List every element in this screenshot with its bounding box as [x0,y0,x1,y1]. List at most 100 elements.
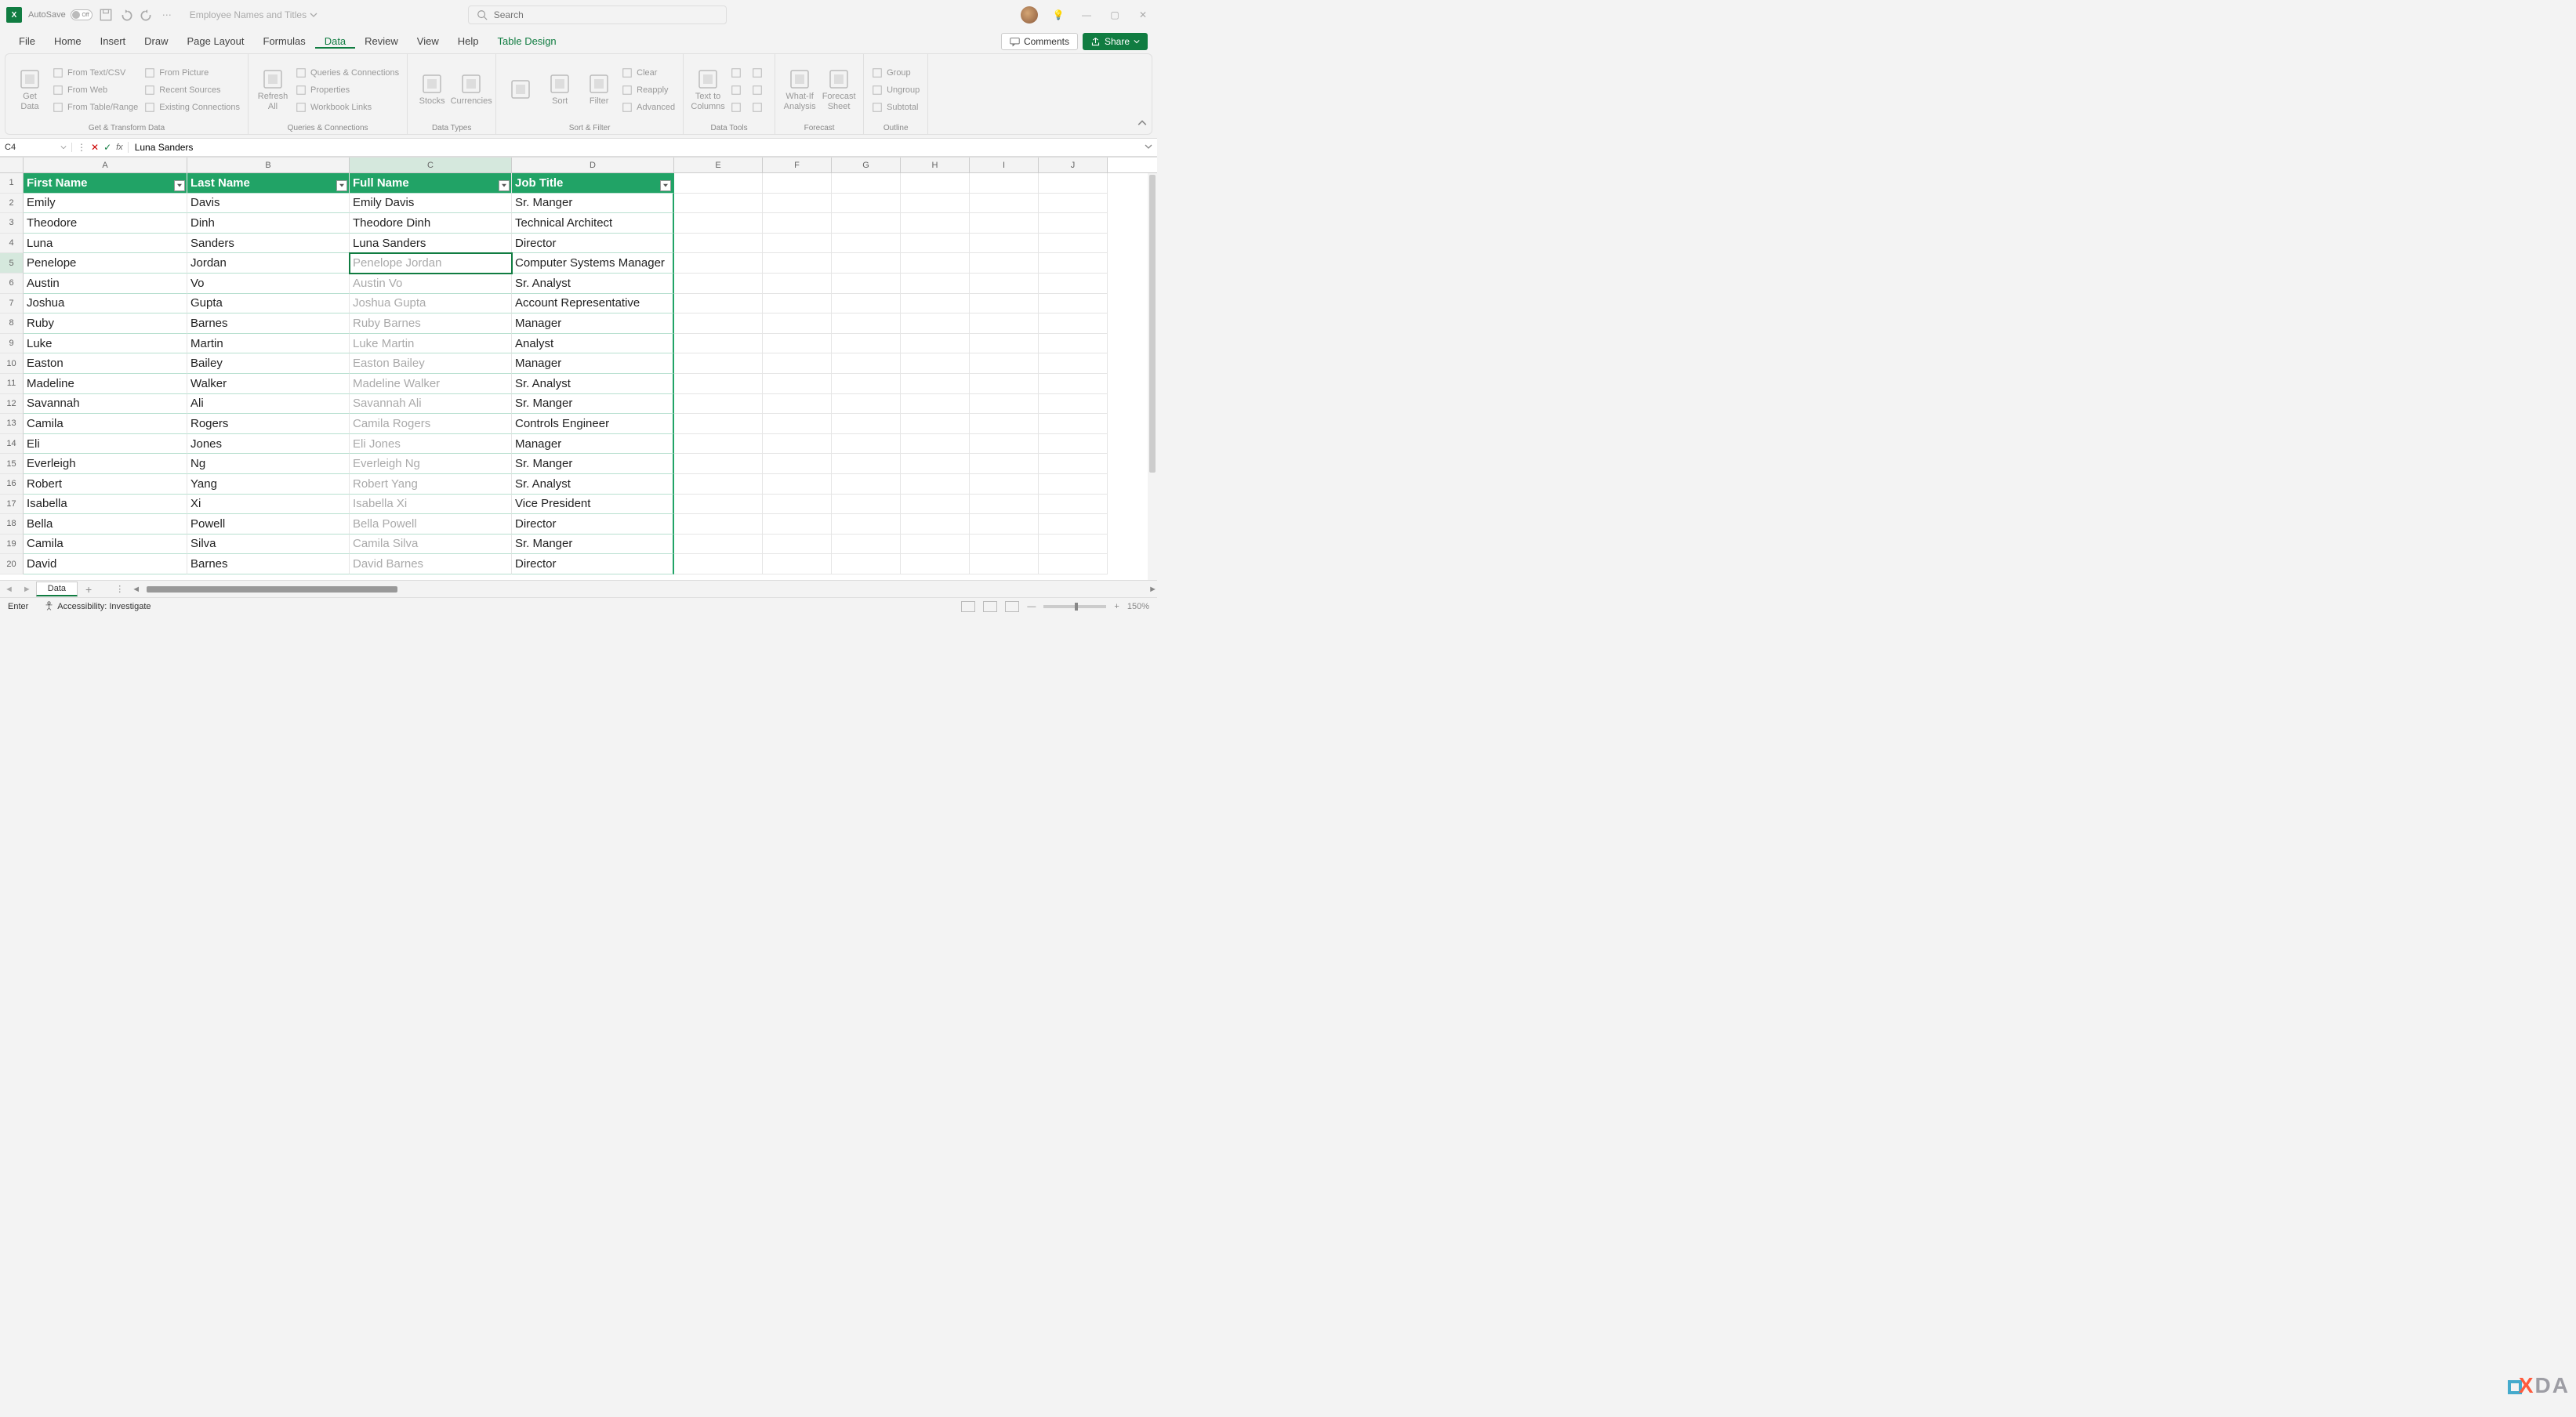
cell[interactable]: Manager [512,353,674,374]
cell[interactable]: Camila Rogers [350,414,512,434]
page-layout-view-icon[interactable] [983,601,997,612]
cell[interactable]: Penelope [24,253,187,274]
cell[interactable] [674,213,763,234]
ribbon-button[interactable]: From Text/CSV [53,65,138,81]
ribbon-tab-view[interactable]: View [408,35,448,47]
cell[interactable] [674,353,763,374]
cell[interactable] [970,234,1039,254]
row-header[interactable]: 6 [0,274,24,294]
cell[interactable] [901,334,970,354]
cancel-icon[interactable]: ✕ [91,142,99,153]
ribbon-tab-help[interactable]: Help [448,35,488,47]
cell[interactable]: Theodore [24,213,187,234]
cell[interactable] [1039,294,1108,314]
ribbon-button[interactable]: Group [872,65,920,81]
add-sheet-button[interactable]: + [78,583,100,596]
cell[interactable]: Technical Architect [512,213,674,234]
cell[interactable] [970,434,1039,455]
ribbon-tab-draw[interactable]: Draw [135,35,177,47]
ribbon-button[interactable]: Advanced [622,100,675,115]
cell[interactable]: Controls Engineer [512,414,674,434]
cell[interactable] [832,334,901,354]
cell[interactable]: Powell [187,514,350,535]
accessibility-status[interactable]: Accessibility: Investigate [44,601,151,611]
row-header[interactable]: 16 [0,474,24,495]
cell[interactable]: Sanders [187,234,350,254]
cell[interactable] [832,514,901,535]
cell[interactable]: Sr. Analyst [512,374,674,394]
cell[interactable] [674,294,763,314]
ribbon-button[interactable]: Reapply [622,82,675,98]
minimize-button[interactable]: — [1079,7,1094,23]
redo-icon[interactable] [140,8,154,22]
cell[interactable] [901,414,970,434]
cell[interactable]: Vo [187,274,350,294]
cell[interactable] [970,294,1039,314]
ribbon-button[interactable]: Stocks [415,57,448,122]
ribbon-button[interactable]: Sort [543,57,576,122]
cell[interactable] [1039,253,1108,274]
cell[interactable] [763,234,832,254]
cell[interactable] [674,454,763,474]
cell[interactable] [763,353,832,374]
ribbon-tab-formulas[interactable]: Formulas [254,35,315,47]
ribbon-tab-table-design[interactable]: Table Design [488,35,566,47]
cell[interactable]: Isabella Xi [350,495,512,515]
cell[interactable]: Ng [187,454,350,474]
cell[interactable] [970,313,1039,334]
cell[interactable] [970,334,1039,354]
row-header[interactable]: 17 [0,495,24,515]
cell[interactable]: Walker [187,374,350,394]
cell[interactable] [763,253,832,274]
cell[interactable] [763,194,832,214]
cell[interactable] [1039,535,1108,555]
close-button[interactable]: ✕ [1135,7,1151,23]
cell[interactable] [832,173,901,194]
undo-icon[interactable] [119,8,133,22]
cell[interactable]: Bella Powell [350,514,512,535]
cell[interactable] [674,554,763,574]
normal-view-icon[interactable] [961,601,975,612]
cell[interactable] [901,514,970,535]
cell[interactable]: Bella [24,514,187,535]
toggle-switch-icon[interactable]: Off [71,9,93,20]
cell[interactable] [970,414,1039,434]
ribbon-button[interactable] [752,65,767,81]
cell[interactable]: Sr. Analyst [512,274,674,294]
page-break-view-icon[interactable] [1005,601,1019,612]
search-box[interactable] [468,5,727,24]
cell[interactable] [832,194,901,214]
ribbon-button[interactable]: Text to Columns [691,57,724,122]
cell[interactable]: Vice President [512,495,674,515]
cell[interactable] [832,394,901,415]
cell[interactable] [1039,234,1108,254]
cell[interactable] [901,554,970,574]
cell[interactable] [970,374,1039,394]
cell[interactable]: Xi [187,495,350,515]
cell[interactable] [763,274,832,294]
cell[interactable]: Gupta [187,294,350,314]
cell[interactable]: Easton [24,353,187,374]
select-all-corner[interactable] [0,158,24,172]
row-header[interactable]: 19 [0,535,24,555]
cell[interactable]: Manager [512,434,674,455]
row-header[interactable]: 3 [0,213,24,234]
cell[interactable]: Jones [187,434,350,455]
ribbon-button[interactable]: Ungroup [872,82,920,98]
row-header[interactable]: 10 [0,353,24,374]
cell[interactable] [901,294,970,314]
cell[interactable] [832,414,901,434]
cell[interactable]: Ruby Barnes [350,313,512,334]
coming-soon-icon[interactable]: 💡 [1050,7,1066,23]
cell[interactable] [763,454,832,474]
cell[interactable] [832,474,901,495]
row-header[interactable]: 15 [0,454,24,474]
row-header[interactable]: 9 [0,334,24,354]
cell[interactable]: Camila [24,414,187,434]
cell[interactable] [970,353,1039,374]
cell[interactable] [970,454,1039,474]
cell[interactable] [763,514,832,535]
row-header[interactable]: 18 [0,514,24,535]
ribbon-button[interactable]: From Table/Range [53,100,138,115]
cell[interactable] [1039,274,1108,294]
